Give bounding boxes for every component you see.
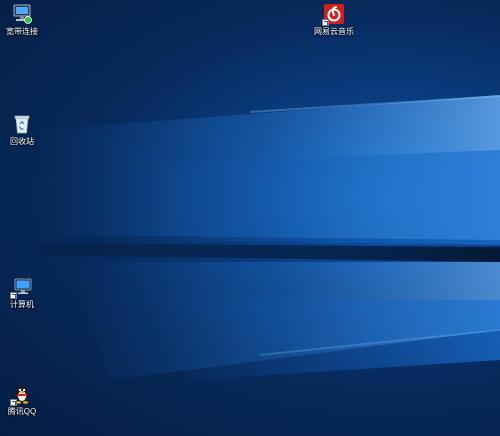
desktop-icon-label: 宽带连接 <box>6 27 38 36</box>
desktop[interactable]: 宽带连接 网易云音乐 回收站 计算机 腾讯QQ <box>0 0 500 436</box>
desktop-icon-recycle-bin[interactable]: 回收站 <box>0 113 52 147</box>
desktop-icon-qq[interactable]: 腾讯QQ <box>0 383 52 417</box>
shortcut-arrow-icon <box>322 19 329 26</box>
broadband-connection-icon <box>11 3 33 25</box>
netease-music-icon <box>322 3 345 26</box>
desktop-icon-computer[interactable]: 计算机 <box>0 276 52 310</box>
qq-penguin-icon <box>10 383 33 406</box>
shortcut-arrow-icon <box>10 399 17 406</box>
desktop-icon-label: 计算机 <box>10 300 34 309</box>
desktop-icon-label: 腾讯QQ <box>7 407 37 416</box>
shortcut-arrow-icon <box>10 292 17 299</box>
desktop-icon-label: 网易云音乐 <box>314 27 354 36</box>
computer-icon <box>10 276 33 299</box>
wallpaper-light-beams <box>40 95 500 380</box>
desktop-icon-netease-music[interactable]: 网易云音乐 <box>304 3 364 37</box>
recycle-bin-icon <box>11 113 33 135</box>
desktop-icon-broadband[interactable]: 宽带连接 <box>0 3 52 37</box>
desktop-icon-label: 回收站 <box>10 137 34 146</box>
